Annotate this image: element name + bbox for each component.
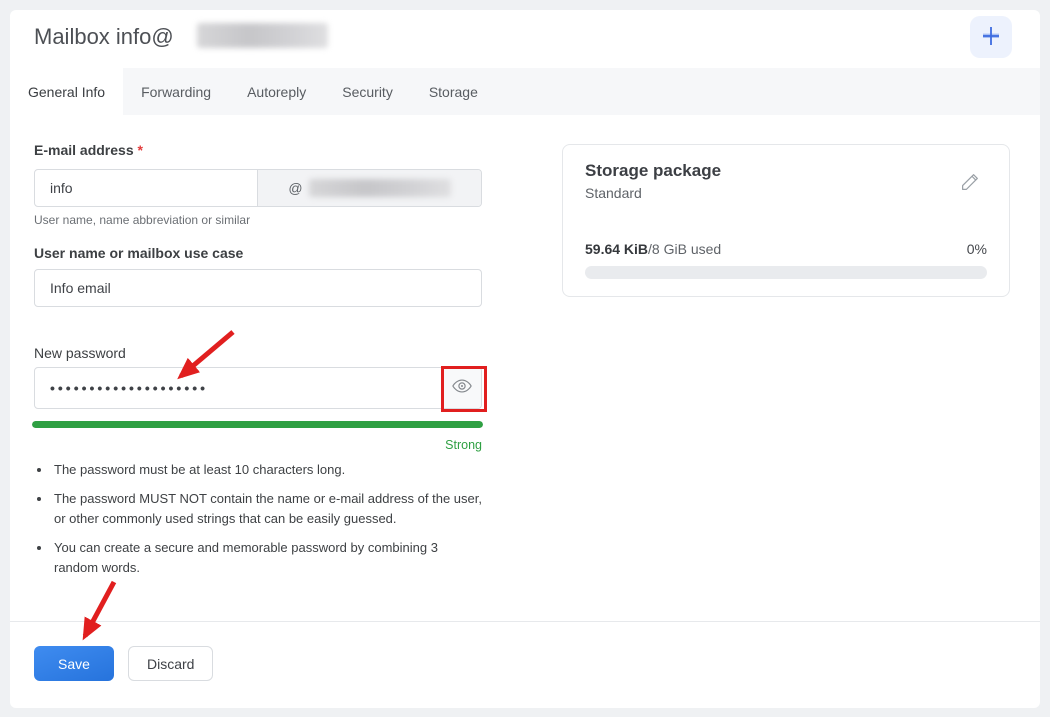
storage-percent-label: 0% (966, 241, 987, 257)
storage-usage-row: 59.64 KiB/8 GiB used 0% (585, 241, 987, 257)
email-address-label: E-mail address * (34, 142, 143, 158)
add-mailbox-button[interactable] (970, 16, 1012, 58)
email-helper-text: User name, name abbreviation or similar (34, 213, 251, 227)
tab-label: Storage (428, 83, 478, 100)
plus-icon (978, 23, 1004, 52)
usecase-label: User name or mailbox use case (34, 245, 244, 261)
tab-label: Security (342, 83, 393, 100)
password-rule-item: The password MUST NOT contain the name o… (52, 489, 484, 529)
email-address-label-text: E-mail address (34, 142, 134, 158)
password-rule-item: You can create a secure and memorable pa… (52, 538, 484, 578)
page-title-text: Mailbox info@ (34, 24, 174, 49)
email-domain-addon: @ (257, 170, 481, 206)
new-password-input[interactable] (35, 368, 441, 408)
pencil-icon (960, 174, 981, 195)
email-local-part-input[interactable] (35, 170, 257, 206)
tab-bar: General Info Forwarding Autoreply Securi… (10, 68, 1040, 115)
storage-used-value: 59.64 KiB (585, 241, 649, 257)
password-rule-item: The password must be at least 10 charact… (52, 460, 484, 480)
password-visibility-toggle[interactable] (441, 368, 481, 408)
tab-general-info[interactable]: General Info (10, 68, 124, 115)
password-strength-bar (32, 421, 483, 428)
redacted-domain-header (197, 23, 328, 48)
email-address-field-group: @ (34, 169, 482, 207)
discard-button[interactable]: Discard (128, 646, 214, 681)
new-password-label: New password (34, 345, 126, 361)
storage-edit-button[interactable] (960, 171, 981, 195)
password-strength-label: Strong (445, 438, 482, 452)
storage-package-title: Storage package (585, 161, 722, 180)
storage-progress-bar (585, 266, 987, 279)
tab-label: Forwarding (141, 83, 212, 100)
required-asterisk: * (137, 142, 143, 158)
tab-label: General Info (28, 83, 106, 100)
storage-package-card: Storage package Standard 59.64 KiB/8 GiB… (562, 144, 1010, 297)
password-rules-list: The password must be at least 10 charact… (52, 460, 484, 587)
storage-usage-text: 59.64 KiB/8 GiB used (585, 241, 721, 257)
tab-forwarding[interactable]: Forwarding (123, 68, 229, 115)
usecase-field-group (34, 269, 482, 307)
storage-used-suffix: /8 GiB used (648, 241, 722, 257)
password-strength-fill (32, 421, 483, 428)
tab-storage[interactable]: Storage (411, 68, 496, 115)
storage-package-name: Standard (585, 185, 642, 201)
eye-icon (451, 375, 473, 402)
redacted-domain-addon (308, 179, 451, 197)
save-button[interactable]: Save (34, 646, 114, 681)
tab-security[interactable]: Security (324, 68, 411, 115)
tab-autoreply[interactable]: Autoreply (229, 68, 324, 115)
password-field-group (34, 367, 482, 409)
usecase-input[interactable] (35, 270, 481, 306)
page-title: Mailbox info@ (34, 24, 174, 50)
footer-divider (10, 621, 1040, 622)
mailbox-settings-panel: Mailbox info@ General Info Forwarding Au… (10, 10, 1040, 708)
tab-label: Autoreply (247, 83, 307, 100)
at-sign: @ (288, 180, 303, 196)
